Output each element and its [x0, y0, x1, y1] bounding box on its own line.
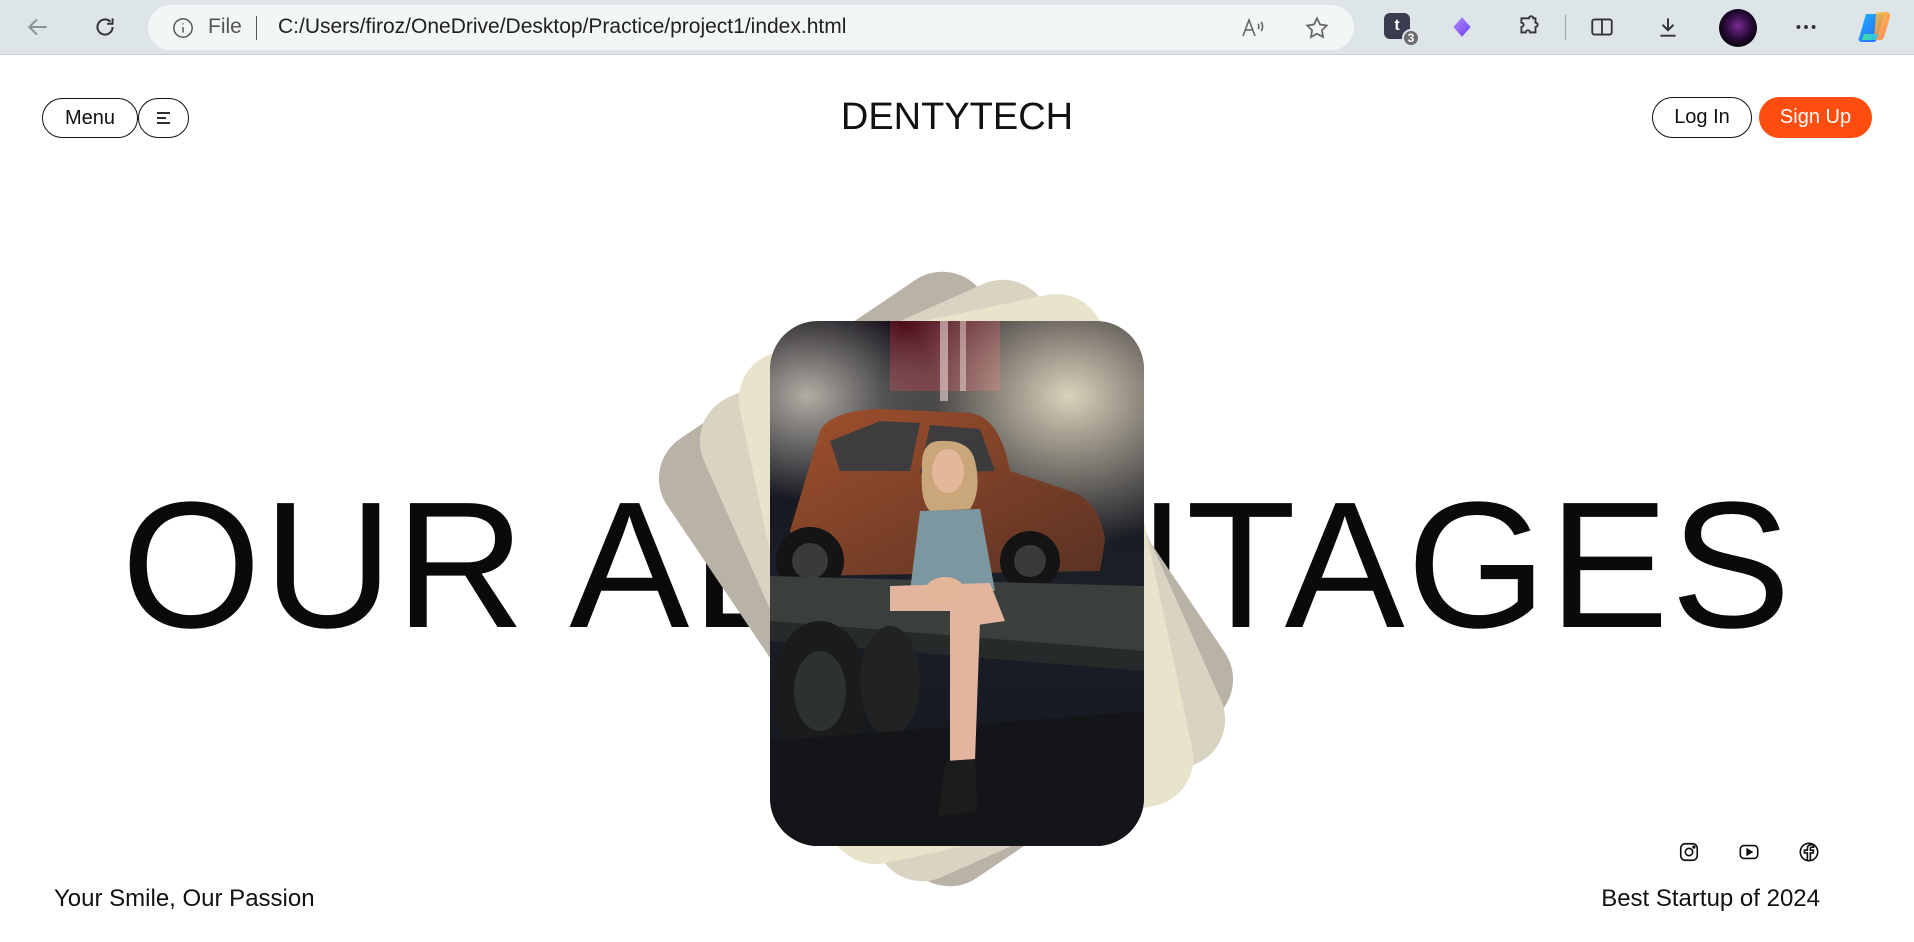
more-icon[interactable] — [1786, 7, 1826, 47]
tab-actions-icon[interactable]: t 3 — [1384, 13, 1420, 47]
file-label: File — [208, 15, 242, 38]
extension-gem-icon[interactable] — [1442, 7, 1482, 47]
instagram-icon[interactable] — [1677, 840, 1701, 864]
page-content: Menu DENTYTECH Log In Sign Up OUR ADVANT… — [0, 56, 1914, 942]
refresh-icon[interactable] — [85, 7, 125, 47]
address-bar[interactable]: File C:/Users/firoz/OneDrive/Desktop/Pra… — [148, 5, 1354, 50]
profile-avatar[interactable] — [1719, 9, 1757, 47]
copilot-icon[interactable] — [1856, 8, 1894, 46]
tab-count-badge: 3 — [1402, 29, 1420, 47]
youtube-icon[interactable] — [1737, 840, 1761, 864]
favorite-star-icon[interactable] — [1304, 15, 1330, 41]
extensions-icon[interactable] — [1509, 7, 1549, 47]
hero-photo — [770, 321, 1144, 846]
back-icon[interactable] — [18, 7, 58, 47]
address-separator — [256, 16, 257, 40]
tagline-text: Your Smile, Our Passion — [54, 885, 315, 912]
award-text: Best Startup of 2024 — [1601, 885, 1820, 912]
tab-icon-letter: t — [1394, 17, 1400, 34]
photo-woman-on-tow-truck — [770, 321, 1144, 846]
browser-toolbar: File C:/Users/firoz/OneDrive/Desktop/Pra… — [0, 0, 1914, 55]
image-card-stack — [0, 56, 1914, 942]
downloads-icon[interactable] — [1648, 7, 1688, 47]
info-icon[interactable] — [172, 17, 194, 39]
toolbar-divider — [1565, 15, 1566, 40]
read-aloud-icon[interactable] — [1240, 15, 1266, 41]
split-screen-icon[interactable] — [1582, 7, 1622, 47]
url-text[interactable]: C:/Users/firoz/OneDrive/Desktop/Practice… — [278, 15, 846, 39]
facebook-icon[interactable] — [1797, 840, 1821, 864]
